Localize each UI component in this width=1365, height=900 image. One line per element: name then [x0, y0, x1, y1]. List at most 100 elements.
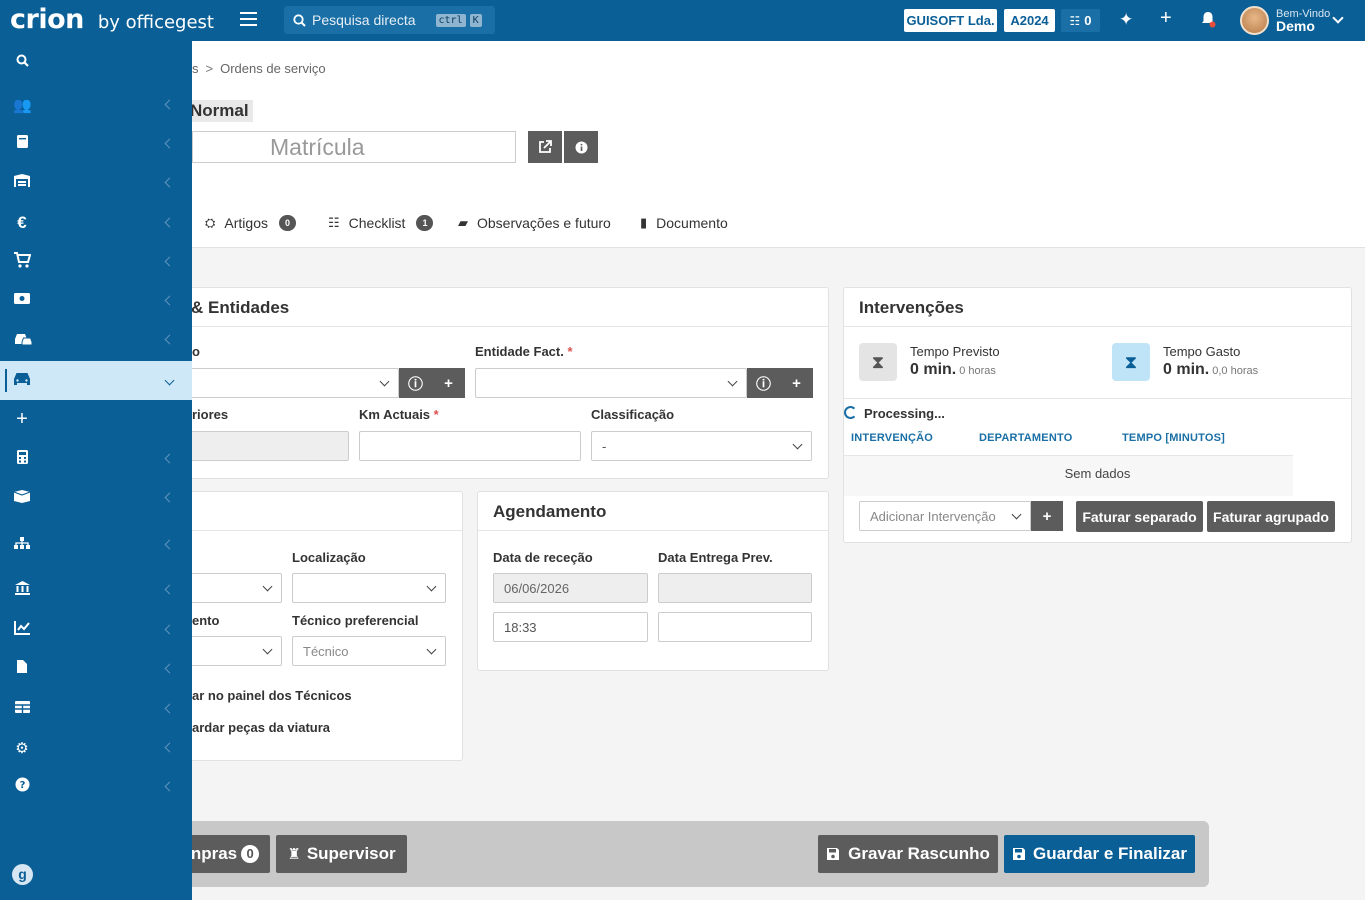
plus-icon: +	[1042, 507, 1052, 525]
year-badge[interactable]: A2024	[1004, 9, 1055, 32]
company-badge[interactable]: GUISOFT Lda.	[904, 9, 997, 32]
external-link-icon	[539, 140, 552, 153]
help-icon: ?	[13, 777, 31, 796]
supervisor-label: Supervisor	[306, 844, 396, 863]
tab-checklist[interactable]: ☷ Checklist 1	[328, 215, 434, 231]
purchases-button[interactable]: npras 0	[180, 835, 270, 873]
sparkle-icon[interactable]: ✦	[1119, 11, 1133, 29]
location-select[interactable]	[292, 573, 446, 603]
breadcrumb-parent[interactable]: s	[192, 61, 199, 76]
entity-fact-select[interactable]	[475, 368, 747, 398]
comment-icon: ▰	[458, 215, 468, 230]
bell-icon[interactable]	[1200, 11, 1216, 32]
menu-toggle-icon[interactable]	[240, 12, 257, 28]
tab-observations[interactable]: ▰ Observações e futuro	[458, 215, 611, 231]
officegest-logo-icon[interactable]: g	[12, 864, 33, 885]
save-draft-button[interactable]: Gravar Rascunho	[818, 835, 998, 873]
department-select[interactable]	[180, 573, 282, 603]
app-logo[interactable]: crion by officegest	[10, 4, 214, 35]
top-bar: crion by officegest Pesquisa directa ctr…	[0, 0, 1365, 41]
km-label: Km Actuais *	[359, 407, 439, 422]
supervisor-button[interactable]: ♜ Supervisor	[276, 835, 407, 873]
sidebar-item-cash[interactable]	[0, 281, 192, 320]
table-icon	[13, 700, 31, 718]
location-label: Localização	[292, 550, 366, 565]
sidebar-item-tables[interactable]	[0, 689, 192, 728]
field-label: riores	[192, 407, 229, 422]
invoice-grouped-button[interactable]: Faturar agrupado	[1207, 501, 1335, 532]
sidebar-item-files[interactable]	[0, 649, 192, 688]
plus-icon[interactable]: +	[1160, 8, 1172, 28]
external-link-button[interactable]	[528, 131, 562, 163]
column-header-time[interactable]: TEMPO [MINUTOS]	[1122, 432, 1225, 444]
delivery-date-field	[658, 573, 812, 603]
tab-document[interactable]: ▮ Documento	[640, 215, 728, 231]
gears-icon: ⚙	[15, 739, 29, 757]
user-menu[interactable]: Bem-Vindo Demo	[1276, 8, 1330, 33]
planned-time-label: Tempo Previsto	[910, 344, 1000, 359]
column-header-department[interactable]: DEPARTAMENTO	[979, 432, 1072, 444]
delivery-time-input[interactable]	[658, 612, 812, 642]
avatar[interactable]	[1240, 6, 1269, 35]
sidebar-item-help[interactable]: ?	[0, 767, 192, 806]
add-intervention-select[interactable]: Adicionar Intervenção	[859, 501, 1031, 531]
purchases-label: npras	[190, 844, 238, 863]
sidebar-item-purchases[interactable]	[0, 242, 192, 281]
sidebar-item-stock[interactable]	[0, 478, 192, 517]
sidebar-item-entities[interactable]: 👥	[0, 85, 192, 124]
save-finish-button[interactable]: Guardar e Finalizar	[1004, 835, 1195, 873]
sidebar-item-bank[interactable]	[0, 570, 192, 609]
client-select[interactable]	[180, 368, 399, 398]
km-input[interactable]	[359, 431, 581, 461]
priority-badge[interactable]: Normal	[190, 100, 253, 122]
reception-date-label: Data de receção	[493, 550, 593, 565]
boxes-icon	[13, 489, 31, 507]
sidebar-item-search[interactable]	[0, 43, 192, 82]
save-draft-label: Gravar Rascunho	[848, 844, 990, 863]
classification-select[interactable]: -	[591, 431, 812, 461]
spent-time-value: 0 min. 0,0 horas	[1163, 361, 1259, 378]
show-tech-panel-checkbox[interactable]: ar no painel dos Técnicos	[192, 688, 352, 703]
tab-label: Checklist	[348, 215, 406, 231]
chevron-down-icon[interactable]	[1332, 12, 1344, 24]
client-add-button[interactable]: +	[432, 368, 465, 398]
planned-time-value: 0 min. 0 horas	[910, 361, 996, 378]
sidebar-item-settings[interactable]: ⚙	[0, 728, 192, 767]
invoice-separate-button[interactable]: Faturar separado	[1076, 501, 1203, 532]
sidebar-item-documents[interactable]	[0, 124, 192, 163]
sidebar-item-new[interactable]: +	[0, 400, 192, 439]
breadcrumb: s > Ordens de serviço	[192, 61, 326, 76]
sidebar-item-organization[interactable]	[0, 525, 192, 564]
info-button[interactable]	[564, 131, 598, 163]
tab-articles[interactable]: ⛭ Artigos 0	[205, 215, 296, 231]
keep-parts-checkbox[interactable]: ardar peças da viatura	[192, 720, 330, 735]
reception-time-input[interactable]: 18:33	[493, 612, 648, 642]
entity-info-button[interactable]: ⓘ	[747, 368, 780, 398]
column-header-intervention[interactable]: INTERVENÇÃO	[851, 432, 933, 444]
sidebar-item-warehouse[interactable]	[0, 163, 192, 202]
client-info-button[interactable]: ⓘ	[399, 368, 432, 398]
purchases-count: 0	[241, 845, 260, 863]
tasks-button[interactable]: ☷ 0	[1061, 9, 1100, 32]
sidebar-item-calculator[interactable]	[0, 439, 192, 478]
info-icon: ⓘ	[755, 375, 771, 393]
chevron-left-icon	[164, 295, 175, 306]
search-box[interactable]: Pesquisa directa ctrl K	[284, 6, 495, 34]
chevron-left-icon	[164, 624, 175, 635]
sidebar-item-reports[interactable]	[0, 610, 192, 649]
hourglass-clock-icon: ⧗	[859, 343, 897, 381]
entity-add-button[interactable]: +	[780, 368, 813, 398]
plate-input[interactable]: Matrícula	[192, 131, 516, 163]
sidebar-item-finance[interactable]: €	[0, 203, 192, 242]
euro-icon: €	[17, 212, 27, 232]
shortcut-k: K	[469, 13, 482, 27]
preferred-tech-select[interactable]: Técnico	[292, 636, 446, 666]
classification-label: Classificação	[591, 407, 675, 422]
add-intervention-button[interactable]: +	[1031, 501, 1063, 531]
book-icon	[13, 134, 31, 153]
sidebar-item-fleet[interactable]	[0, 320, 192, 359]
warehouse-icon	[13, 173, 31, 192]
equipment-select[interactable]	[180, 636, 282, 666]
sidebar-item-workshop[interactable]	[0, 361, 192, 400]
save-finish-label: Guardar e Finalizar	[1033, 844, 1187, 863]
